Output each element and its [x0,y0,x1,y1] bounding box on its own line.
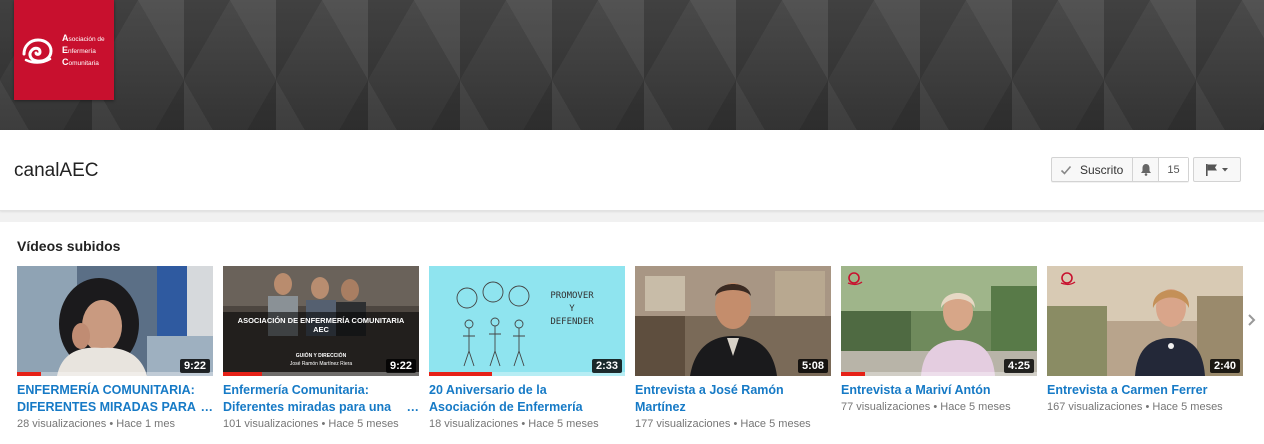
check-icon [1060,165,1072,175]
meta-separator: • [521,418,526,430]
video-duration: 9:22 [385,359,416,373]
flag-menu-button[interactable] [1193,157,1241,182]
watch-progress [223,372,263,376]
video-meta: 177 visualizaciones • Hace 5 meses [635,416,831,432]
video-duration: 2:33 [591,359,622,373]
section-title[interactable]: Vídeos subidos [17,238,120,254]
video-thumbnail[interactable]: PROMOVER Y DEFENDER 2:33 [429,266,625,376]
video-card: 2:40 Entrevista a Carmen Ferrer 167 visu… [1047,266,1243,415]
subscribe-group: Suscrito 15 [1051,157,1189,182]
upload-age: Hace 1 mes [116,418,175,430]
channel-banner: Asociación de Enfermería Comunitaria [0,0,1264,130]
chevron-down-icon [1222,167,1228,171]
video-title[interactable]: Entrevista a Carmen Ferrer [1047,382,1243,416]
video-card: 9:22 ENFERMERÍA COMUNITARIA: DIFERENTES … [17,266,213,432]
video-title[interactable]: Enfermería Comunitaria: Diferentes mirad… [223,382,419,416]
video-card: ASOCIACIÓN DE ENFERMERÍA COMUNITARIA AEC… [223,266,419,432]
overlay-credit-label: GUIÓN Y DIRECCIÓN [296,351,347,359]
overlay-word-3: DEFENDER [550,317,594,327]
watch-progress [429,372,492,376]
video-card: 5:08 Entrevista a José Ramón Martínez 17… [635,266,831,432]
overlay-credit-name: José Ramón Martínez Riera [290,361,352,367]
video-duration: 5:08 [797,359,828,373]
meta-separator: • [733,418,738,430]
subscriber-count: 15 [1159,158,1188,181]
overlay-word-1: PROMOVER [550,291,594,301]
video-card: 4:25 Entrevista a Mariví Antón 77 visual… [841,266,1037,415]
channel-header: canalAEC Suscrito 15 [0,130,1264,211]
aec-logo-icon [22,38,53,64]
video-thumbnail[interactable]: ASOCIACIÓN DE ENFERMERÍA COMUNITARIA AEC… [223,266,419,376]
channel-logo[interactable]: Asociación de Enfermería Comunitaria [14,0,114,100]
bell-icon [1140,164,1151,176]
logo-text: Asociación de Enfermería Comunitaria [62,33,105,67]
video-duration: 2:40 [1209,359,1240,373]
video-meta: 101 visualizaciones • Hace 5 meses [223,416,419,432]
video-meta: 28 visualizaciones • Hace 1 mes [17,416,213,432]
video-duration: 4:25 [1003,359,1034,373]
view-count: 101 visualizaciones [223,418,319,430]
video-duration: 9:22 [179,359,210,373]
video-thumbnail[interactable]: 2:40 [1047,266,1243,376]
notification-bell-button[interactable] [1133,158,1160,181]
overlay-title: ASOCIACIÓN DE ENFERMERÍA COMUNITARIA [238,316,405,325]
video-meta: 18 visualizaciones • Hace 5 meses [429,416,625,432]
video-title[interactable]: Entrevista a José Ramón Martínez [635,382,831,416]
video-title[interactable]: Entrevista a Mariví Antón [841,382,1037,416]
subscribe-button[interactable]: Suscrito [1052,158,1134,181]
view-count: 28 visualizaciones [17,418,107,430]
title-ellipsis: … [406,400,420,414]
upload-age: Hace 5 meses [328,418,399,430]
video-card: PROMOVER Y DEFENDER 2:33 20 Aniversario … [429,266,625,432]
overlay-subtitle: AEC [313,325,329,334]
next-arrow-icon[interactable] [1246,312,1258,328]
channel-title[interactable]: canalAEC [14,160,99,182]
video-title[interactable]: ENFERMERÍA COMUNITARIA: DIFERENTES MIRAD… [17,382,213,416]
watch-progress [841,372,865,376]
upload-age: Hace 5 meses [740,418,811,430]
video-thumbnail[interactable]: 9:22 [17,266,213,376]
title-ellipsis: … [200,400,214,414]
meta-separator: • [109,418,114,430]
meta-separator: • [321,418,326,430]
overlay-word-2: Y [569,304,575,314]
watch-progress [17,372,41,376]
subscribe-label: Suscrito [1080,162,1124,177]
view-count: 18 visualizaciones [429,418,519,430]
video-thumbnail[interactable]: 5:08 [635,266,831,376]
video-title[interactable]: 20 Aniversario de la Asociación de Enfer… [429,382,625,416]
flag-icon [1206,163,1228,176]
uploads-section: Vídeos subidos 9:22 ENFERMERÍA COMUNITAR… [0,222,1264,444]
view-count: 177 visualizaciones [635,418,731,430]
upload-age: Hace 5 meses [528,418,599,430]
video-thumbnail[interactable]: 4:25 [841,266,1037,376]
